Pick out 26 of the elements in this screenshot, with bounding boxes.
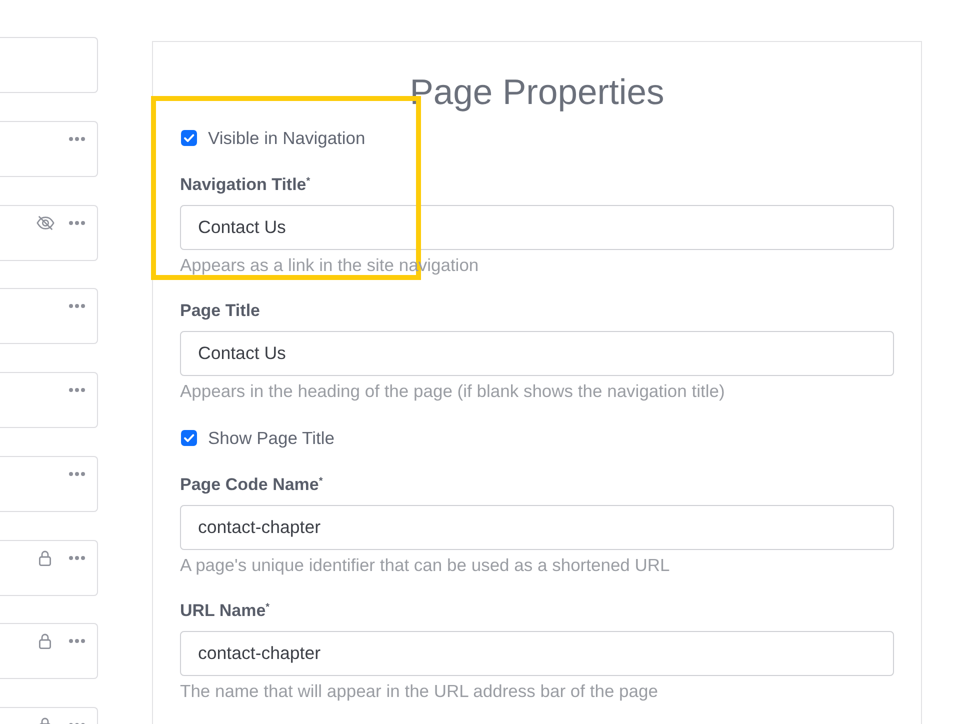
checkbox[interactable] (181, 430, 197, 446)
more-options-icon[interactable] (69, 639, 85, 644)
more-options-icon[interactable] (69, 556, 85, 560)
page-card[interactable] (0, 540, 98, 596)
checkbox-label: Show Page Title (208, 428, 334, 448)
help-text: Appears in the heading of the page (if blank shows the navigation title) (180, 381, 725, 401)
field-label: URL Name$^{*}$ (180, 601, 270, 620)
text-field[interactable]: Contact Us (180, 205, 894, 250)
panel-title: Page Properties (408, 72, 666, 112)
checkbox-label: Visible in Navigation (208, 128, 366, 148)
more-options-icon[interactable] (69, 220, 85, 224)
more-options-icon[interactable] (69, 388, 85, 392)
help-text: The name that will appear in the URL address bar of the page (180, 681, 658, 701)
text-field[interactable]: Contact Us (180, 331, 894, 376)
checkbox[interactable] (181, 130, 197, 146)
text-field[interactable]: contact-chapter (180, 631, 894, 676)
field-label: Navigation Title$^{*}$ (180, 175, 310, 194)
help-text: A page's unique identifier that can be used as a shortened URL (180, 555, 670, 575)
field-label: Page Code Name$^{*}$ (180, 475, 323, 494)
text-field[interactable]: contact-chapter (180, 505, 894, 550)
page-card[interactable] (0, 623, 98, 680)
page-card[interactable] (0, 204, 98, 260)
field-label: Page Title (180, 301, 260, 320)
more-options-icon[interactable] (69, 472, 85, 476)
more-options-icon[interactable] (69, 136, 85, 141)
more-options-icon[interactable] (69, 304, 85, 308)
